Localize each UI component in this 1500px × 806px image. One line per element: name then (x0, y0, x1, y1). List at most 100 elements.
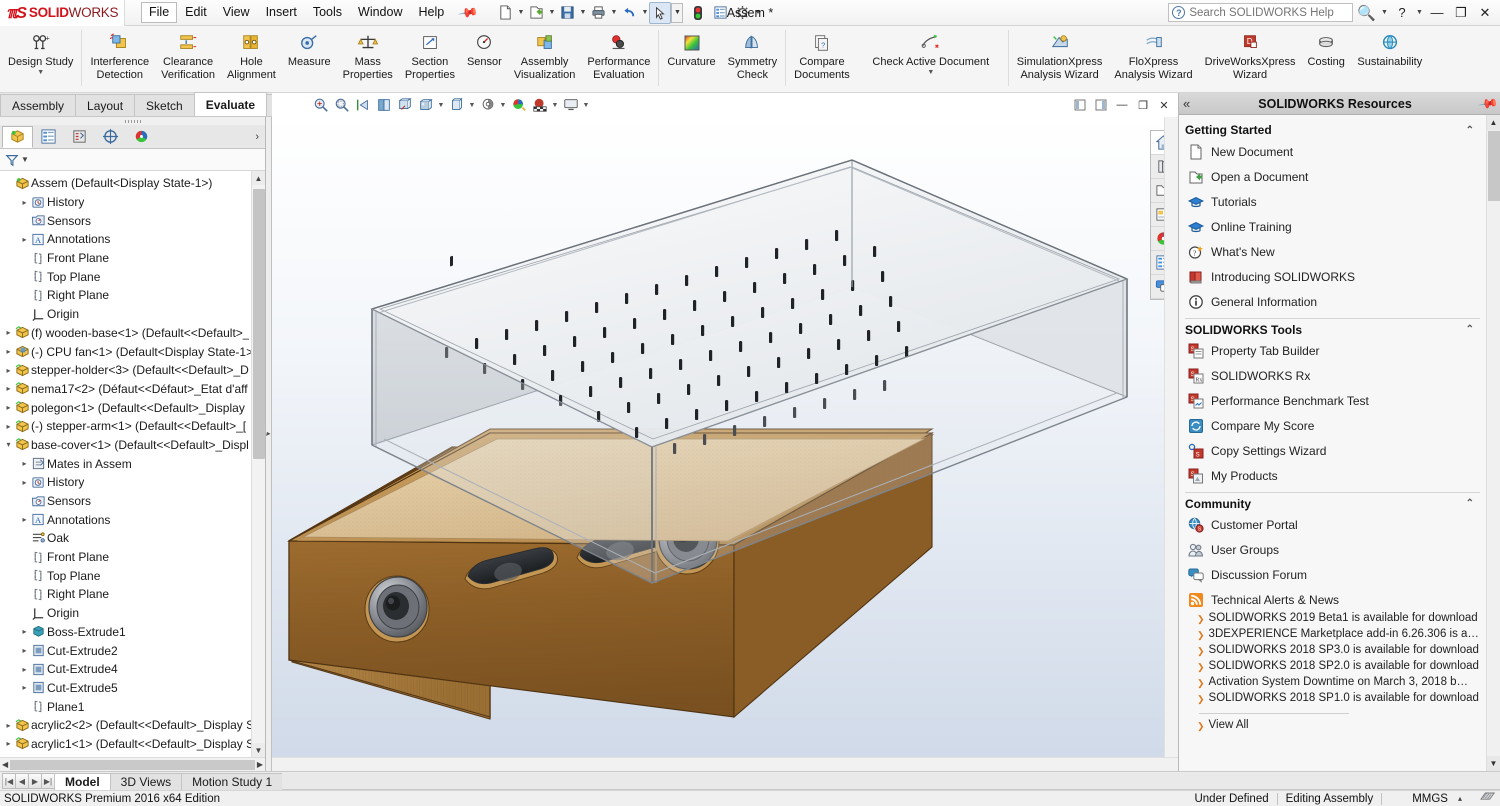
performance-evaluation-button[interactable]: Performance Evaluation (581, 28, 656, 82)
task-pane-link[interactable]: S My Products (1185, 463, 1480, 488)
tree-hscroll-thumb[interactable] (10, 759, 255, 770)
menu-window[interactable]: Window (350, 2, 410, 23)
tree-expander[interactable]: ▸ (19, 665, 30, 674)
search-box[interactable]: ? (1168, 3, 1354, 22)
task-pane-link[interactable]: Compare My Score (1185, 413, 1480, 438)
clearance-verification-button[interactable]: Clearance Verification (155, 28, 221, 82)
view-settings-caret[interactable]: ▼ (550, 102, 560, 109)
news-link[interactable]: ❯ 3DEXPERIENCE Marketplace add-in 6.26.30… (1185, 628, 1480, 644)
print-caret[interactable]: ▼ (609, 9, 618, 16)
floxpress-button[interactable]: FloXpress Analysis Wizard (1108, 28, 1198, 82)
feature-tree-item[interactable]: Right Plane (0, 286, 265, 305)
zoom-area-button[interactable] (331, 95, 352, 115)
apply-scene-button[interactable] (508, 95, 529, 115)
panel-grip[interactable] (0, 117, 265, 125)
minimize-doc-icon[interactable]: — (1112, 96, 1132, 114)
task-pane-link[interactable]: New Document (1185, 139, 1480, 164)
tree-expander[interactable]: ▸ (19, 198, 30, 207)
feature-tree-item[interactable]: ▸ (-) stepper-arm<1> (Default<<Default>_[ (0, 417, 265, 436)
news-link[interactable]: ❯ SOLIDWORKS 2018 SP1.0 is available for … (1185, 692, 1480, 708)
tree-expander[interactable]: ▸ (19, 459, 30, 468)
double-chevron-left-icon[interactable]: « (1183, 96, 1190, 111)
task-pane-scroll-down[interactable]: ▼ (1487, 756, 1500, 771)
tree-hscroll-right[interactable]: ▶ (257, 760, 263, 769)
feature-tree-item[interactable]: Oak (0, 529, 265, 548)
display-manager-tab[interactable] (126, 126, 157, 148)
feature-tree-item[interactable]: ▸ A Annotations (0, 230, 265, 249)
task-pane-link[interactable]: S Property Tab Builder (1185, 338, 1480, 363)
task-pane-link[interactable]: Open a Document (1185, 164, 1480, 189)
task-pane-link[interactable]: Technical Alerts & News (1185, 587, 1480, 612)
simulationxpress-button[interactable]: SimulationXpress Analysis Wizard (1011, 28, 1109, 82)
task-pane-link[interactable]: Tutorials (1185, 189, 1480, 214)
compare-documents-button[interactable]: ? Compare Documents (788, 28, 856, 82)
display-style-caret[interactable]: ▼ (436, 102, 446, 109)
tree-expander[interactable]: ▸ (3, 347, 14, 356)
task-pane-section-header[interactable]: Community ⌃ (1185, 492, 1480, 512)
select-button[interactable] (649, 1, 672, 24)
feature-tree-item[interactable]: Front Plane (0, 249, 265, 268)
tree-expander[interactable]: ▸ (3, 422, 14, 431)
feature-tree-item[interactable]: ▸ polegon<1> (Default<<Default>_Display (0, 398, 265, 417)
design-study-button[interactable]: + Design Study ▼ (2, 28, 79, 77)
feature-tree-item[interactable]: Right Plane (0, 585, 265, 604)
restore-right-icon[interactable] (1091, 96, 1111, 114)
viewport-button[interactable] (560, 95, 581, 115)
pushpin-icon[interactable]: 📌 (1477, 92, 1499, 114)
feature-tree-item[interactable]: ▸ nema17<2> (Défaut<<Défaut>_Etat d'aff (0, 380, 265, 399)
menu-tools[interactable]: Tools (305, 2, 350, 23)
sensor-button[interactable]: Sensor (461, 28, 508, 70)
tree-expander[interactable]: ▾ (3, 440, 14, 449)
viewport-caret[interactable]: ▼ (581, 102, 591, 109)
nav-next-button[interactable]: ▶ (28, 773, 42, 789)
feature-tree-item[interactable]: Assem (Default<Display State-1>) (0, 174, 265, 193)
feature-tree-item[interactable]: ▸ History (0, 193, 265, 212)
driveworksxpress-button[interactable]: D DriveWorksXpress Wizard (1199, 28, 1302, 82)
feature-tree-item[interactable]: ▸ Mates in Assem (0, 454, 265, 473)
feature-tree-item[interactable]: ▸ A Annotations (0, 510, 265, 529)
feature-tree-item[interactable]: ▸ (f) wooden-base<1> (Default<<Default>_ (0, 324, 265, 343)
task-pane-link[interactable]: User Groups (1185, 537, 1480, 562)
feature-tree-item[interactable]: Front Plane (0, 548, 265, 567)
tab-assembly[interactable]: Assembly (0, 94, 77, 116)
feature-tree-item[interactable]: ▸ History (0, 473, 265, 492)
tree-expander[interactable]: ▸ (19, 235, 30, 244)
tree-expander[interactable]: ▸ (3, 403, 14, 412)
appearance-button[interactable] (477, 95, 498, 115)
save-button[interactable] (556, 2, 578, 24)
check-active-document-dropdown[interactable]: ▼ (927, 69, 934, 76)
search-caret[interactable]: ▼ (1380, 9, 1389, 16)
mass-properties-button[interactable]: Mass Properties (337, 28, 399, 82)
interference-detection-button[interactable]: Interference Detection (84, 28, 155, 82)
feature-tree-item[interactable]: ▸ Cut-Extrude4 (0, 660, 265, 679)
view-orientation-button[interactable] (394, 95, 415, 115)
configuration-manager-tab[interactable] (64, 126, 95, 148)
task-pane-link[interactable]: S Copy Settings Wizard (1185, 438, 1480, 463)
file-properties-button[interactable] (709, 2, 731, 24)
feature-tree-item[interactable]: ▸ stepper-holder<3> (Default<<Default>_D (0, 361, 265, 380)
feature-filter-bar[interactable]: ▼ (0, 149, 265, 171)
help-caret[interactable]: ▼ (1415, 9, 1424, 16)
task-pane-link[interactable]: S Rx SOLIDWORKS Rx (1185, 363, 1480, 388)
task-pane-link[interactable]: S Customer Portal (1185, 512, 1480, 537)
options-caret[interactable]: ▼ (753, 9, 762, 16)
new-document-caret[interactable]: ▼ (516, 9, 525, 16)
graphics-horizontal-scrollbar[interactable] (272, 757, 1178, 771)
task-pane-link[interactable]: Discussion Forum (1185, 562, 1480, 587)
task-pane-link[interactable]: Introducing SOLIDWORKS (1185, 264, 1480, 289)
open-document-button[interactable] (525, 2, 547, 24)
menu-insert[interactable]: Insert (258, 2, 305, 23)
news-link[interactable]: ❯ SOLIDWORKS 2018 SP3.0 is available for … (1185, 644, 1480, 660)
assembly-model[interactable] (272, 117, 1178, 771)
appearance-caret[interactable]: ▼ (498, 102, 508, 109)
nav-last-button[interactable]: ▶| (41, 773, 55, 789)
check-active-document-button[interactable]: Check Active Document ▼ (856, 28, 1006, 77)
feature-tree-item[interactable]: Plane1 (0, 697, 265, 716)
costing-button[interactable]: Costing (1302, 28, 1351, 70)
hide-show-caret[interactable]: ▼ (467, 102, 477, 109)
save-caret[interactable]: ▼ (578, 9, 587, 16)
task-pane-section-header[interactable]: SOLIDWORKS Tools ⌃ (1185, 318, 1480, 338)
tree-hscroll-left[interactable]: ◀ (2, 760, 8, 769)
feature-tree-item[interactable]: ▸ Boss-Extrude1 (0, 623, 265, 642)
task-pane-link[interactable]: General Information (1185, 289, 1480, 314)
